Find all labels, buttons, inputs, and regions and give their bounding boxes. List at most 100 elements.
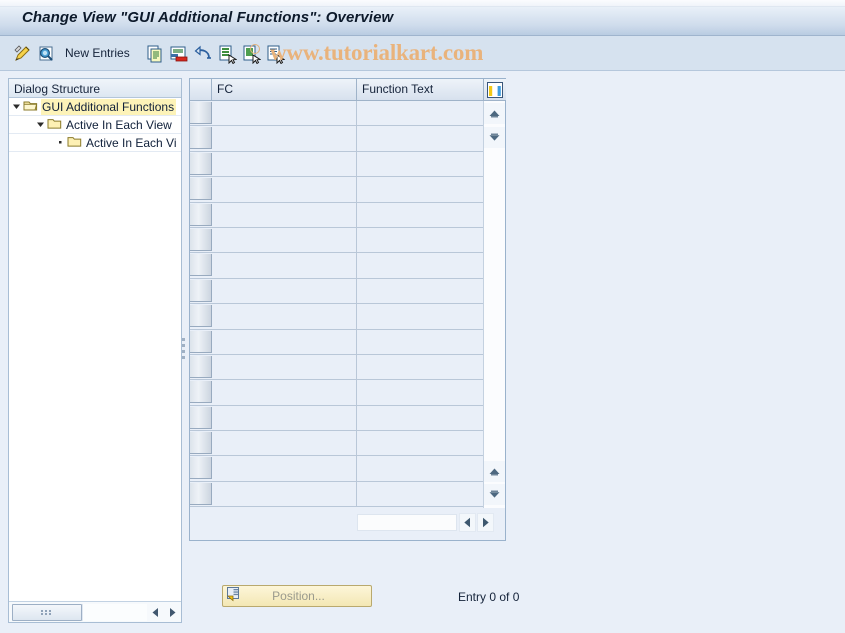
- panel-splitter[interactable]: [180, 78, 188, 623]
- dialog-structure-tree[interactable]: GUI Additional Functions Active In Each …: [9, 98, 181, 602]
- copy-button[interactable]: [145, 43, 165, 64]
- cell-fc[interactable]: [212, 278, 357, 304]
- table-page-down-button[interactable]: [484, 484, 505, 505]
- cell-function-text[interactable]: [357, 329, 484, 354]
- cell-function-text[interactable]: [357, 456, 484, 481]
- display-magnifier-button[interactable]: [36, 43, 56, 64]
- cell-function-text[interactable]: [357, 405, 484, 431]
- cell-fc[interactable]: [212, 304, 357, 329]
- cell-fc[interactable]: [212, 380, 357, 405]
- undo-button[interactable]: [193, 43, 213, 64]
- table-horizontal-scrollbar[interactable]: [357, 514, 457, 531]
- row-select-button[interactable]: [190, 305, 212, 328]
- cell-fc[interactable]: [212, 126, 357, 151]
- row-select-button[interactable]: [190, 457, 212, 480]
- cell-fc[interactable]: [212, 202, 357, 227]
- table-scroll-down-button[interactable]: [484, 127, 505, 148]
- cell-function-text[interactable]: [357, 431, 484, 456]
- row-select-button[interactable]: [190, 406, 212, 429]
- cell-function-text[interactable]: [357, 304, 484, 329]
- delete-row-button[interactable]: [169, 43, 189, 64]
- table-scroll-up-button[interactable]: [484, 103, 505, 124]
- row-select-button[interactable]: [190, 178, 212, 201]
- row-select-button[interactable]: [190, 203, 212, 226]
- table-row[interactable]: [190, 151, 484, 178]
- position-button[interactable]: Position...: [222, 585, 372, 607]
- table-row[interactable]: [190, 177, 484, 203]
- cell-function-text[interactable]: [357, 227, 484, 253]
- table-row[interactable]: [190, 354, 484, 381]
- cell-fc[interactable]: [212, 329, 357, 354]
- tree-scrollbar-track[interactable]: [82, 603, 147, 621]
- select-block-button[interactable]: [265, 43, 285, 64]
- cell-fc[interactable]: [212, 456, 357, 481]
- cell-function-text[interactable]: [357, 151, 484, 177]
- table-row[interactable]: [190, 126, 484, 152]
- column-config-button[interactable]: [484, 79, 506, 100]
- cell-fc[interactable]: [212, 151, 357, 177]
- cell-function-text[interactable]: [357, 380, 484, 405]
- row-select-button[interactable]: [190, 279, 212, 302]
- cell-fc[interactable]: [212, 253, 357, 278]
- cell-fc[interactable]: [212, 177, 357, 202]
- tree-item-active-in-each-view[interactable]: Active In Each View: [9, 116, 181, 134]
- tree-horizontal-scrollbar[interactable]: [9, 601, 181, 622]
- tree-item-gui-additional-functions[interactable]: GUI Additional Functions: [9, 98, 181, 116]
- tree-item-active-in-each-vi[interactable]: Active In Each Vi: [9, 134, 181, 152]
- tree-scroll-right-button[interactable]: [164, 604, 181, 621]
- cell-fc[interactable]: [212, 431, 357, 456]
- table-row[interactable]: [190, 329, 484, 355]
- table-row[interactable]: [190, 304, 484, 330]
- table-scroll-left-button[interactable]: [459, 513, 476, 532]
- table-row[interactable]: [190, 380, 484, 406]
- table-row[interactable]: [190, 456, 484, 482]
- column-header-fc[interactable]: FC: [212, 79, 357, 100]
- cell-function-text[interactable]: [357, 126, 484, 151]
- tree-scrollbar-thumb[interactable]: [12, 603, 82, 621]
- table-vertical-scrollbar[interactable]: [483, 101, 505, 508]
- cell-function-text[interactable]: [357, 253, 484, 278]
- row-select-button[interactable]: [190, 330, 212, 353]
- row-select-button[interactable]: [190, 228, 212, 251]
- table-row[interactable]: [190, 431, 484, 457]
- table-select-all-corner[interactable]: [190, 79, 212, 100]
- tree-expand-toggle[interactable]: [33, 120, 47, 129]
- cell-function-text[interactable]: [357, 354, 484, 380]
- row-select-button[interactable]: [190, 102, 212, 124]
- tree-scroll-left-button[interactable]: [147, 604, 164, 621]
- row-select-button[interactable]: [190, 254, 212, 277]
- tree-expand-toggle[interactable]: [9, 102, 23, 111]
- cell-function-text[interactable]: [357, 481, 484, 507]
- row-select-button[interactable]: [190, 152, 212, 175]
- table-page-up-button[interactable]: [484, 461, 505, 482]
- cell-fc[interactable]: [212, 101, 357, 126]
- cell-fc[interactable]: [212, 227, 357, 253]
- edit-pencil-button[interactable]: [12, 43, 32, 64]
- cell-function-text[interactable]: [357, 101, 484, 126]
- row-select-button[interactable]: [190, 355, 212, 378]
- cell-function-text[interactable]: [357, 177, 484, 202]
- table-row[interactable]: [190, 405, 484, 432]
- row-select-button[interactable]: [190, 127, 212, 150]
- table-row[interactable]: [190, 481, 484, 508]
- deselect-all-button[interactable]: [241, 43, 261, 64]
- table-row[interactable]: [190, 253, 484, 279]
- row-select-button[interactable]: [190, 432, 212, 455]
- column-header-function-text[interactable]: Function Text: [357, 79, 484, 100]
- table-scroll-right-button[interactable]: [477, 513, 494, 532]
- cell-function-text[interactable]: [357, 202, 484, 227]
- cell-fc[interactable]: [212, 405, 357, 431]
- cell-fc[interactable]: [212, 354, 357, 380]
- cell-fc[interactable]: [212, 481, 357, 507]
- new-entries-label[interactable]: New Entries: [65, 46, 130, 60]
- cell-function-text[interactable]: [357, 278, 484, 304]
- row-select-button[interactable]: [190, 381, 212, 404]
- table-row[interactable]: [190, 101, 484, 127]
- select-all-button[interactable]: [217, 43, 237, 64]
- table-row[interactable]: [190, 278, 484, 305]
- table-row[interactable]: [190, 202, 484, 228]
- row-select-button[interactable]: [190, 482, 212, 505]
- scroll-right-icon: [483, 517, 489, 528]
- table-body[interactable]: [190, 101, 484, 508]
- table-row[interactable]: [190, 227, 484, 254]
